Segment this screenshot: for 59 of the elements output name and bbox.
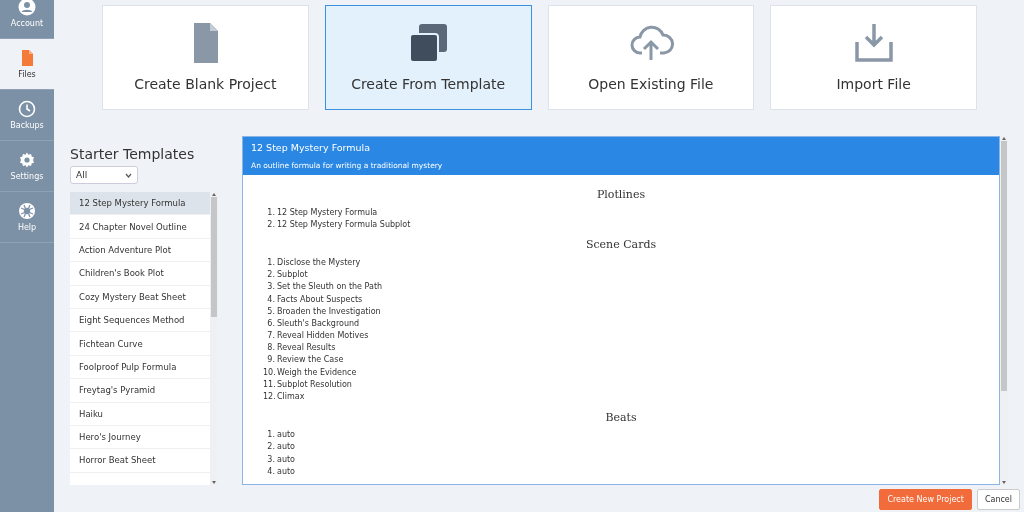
- list-number: 4.: [266, 466, 275, 476]
- list-item-text: Review the Case: [277, 355, 344, 365]
- list-item-text: Set the Sleuth on the Path: [277, 282, 383, 292]
- list-item-text: Sleuth's Background: [277, 318, 360, 328]
- scroll-up-arrow-icon[interactable]: [211, 192, 217, 197]
- list-item-text: auto: [277, 466, 295, 476]
- list-item-text: Subplot Resolution: [277, 379, 352, 389]
- list-item-text: Climax: [277, 392, 305, 402]
- scroll-down-arrow-icon[interactable]: [1001, 480, 1007, 485]
- list-item-text: Disclose the Mystery: [277, 257, 361, 267]
- scrollbar[interactable]: [210, 192, 218, 485]
- action-card[interactable]: Import File: [770, 5, 977, 110]
- list-number: 2.: [266, 270, 275, 280]
- list-number: 1.: [266, 257, 275, 267]
- list-number: 3.: [266, 282, 275, 292]
- list-item-text: auto: [277, 442, 295, 452]
- list-number: 4.: [266, 294, 275, 304]
- list-number: 11.: [263, 379, 275, 389]
- list-number: 8.: [266, 343, 275, 353]
- list-item-text: 12 Step Mystery Formula: [277, 207, 378, 217]
- list-number: 2.: [266, 219, 275, 229]
- template-title: 12 Step Mystery Formula: [251, 142, 372, 153]
- action-card[interactable]: Create Blank Project: [102, 5, 309, 110]
- clock-icon: [18, 100, 36, 118]
- chevron-down-icon: [125, 172, 132, 178]
- section-heading: Plotlines: [595, 188, 647, 201]
- action-card[interactable]: Open Existing File: [547, 5, 755, 110]
- settings-icon: [18, 151, 36, 169]
- list-item-text: Reveal Results: [277, 343, 336, 353]
- scroll-down-arrow-icon[interactable]: [211, 480, 217, 485]
- list-item-text: auto: [277, 430, 295, 440]
- list-number: 3.: [266, 454, 275, 464]
- scrollbar[interactable]: [1000, 136, 1008, 485]
- list-number: 12.: [263, 392, 275, 402]
- list-number: 9.: [266, 355, 275, 365]
- list-number: 1.: [266, 207, 275, 217]
- panel-title: Starter Templates: [70, 146, 196, 162]
- cancel-button[interactable]: Cancel: [976, 489, 1020, 510]
- list-number: 5.: [266, 306, 275, 316]
- list-item-text: Reveal Hidden Motives: [277, 331, 369, 341]
- list-number: 1.: [266, 430, 275, 440]
- section-heading: Scene Cards: [584, 238, 658, 252]
- filter-dropdown[interactable]: All: [70, 166, 138, 184]
- list-item-text: Facts About Suspects: [277, 294, 363, 304]
- lifebuoy-icon: [18, 202, 36, 220]
- list-number: 6.: [266, 318, 275, 328]
- template-list-item[interactable]: 12 Step Mystery Formula: [70, 192, 210, 216]
- list-number: 10.: [263, 367, 275, 377]
- list-item-text: Broaden the Investigation: [277, 306, 381, 316]
- section-heading: Beats: [604, 410, 638, 424]
- list-item-text: Weigh the Evidence: [277, 367, 357, 377]
- scroll-up-arrow-icon[interactable]: [1001, 136, 1007, 141]
- action-card[interactable]: Create From Template: [324, 5, 532, 110]
- list-item-text: auto: [277, 454, 295, 464]
- list-number: 2.: [266, 442, 275, 452]
- list-number: 7.: [266, 331, 275, 341]
- list-item-text: Subplot: [277, 270, 308, 280]
- list-item-text: 12 Step Mystery Formula Subplot: [277, 219, 411, 229]
- sidebar-item[interactable]: Files: [0, 39, 54, 90]
